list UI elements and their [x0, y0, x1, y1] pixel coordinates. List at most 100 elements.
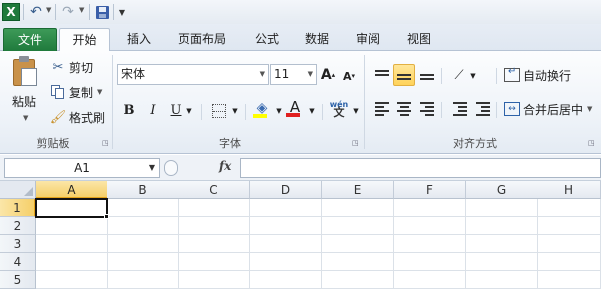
font-color-button[interactable]: A: [286, 97, 304, 117]
cell-F4[interactable]: [394, 253, 466, 271]
fill-color-button[interactable]: ◈: [253, 98, 271, 118]
bold-button[interactable]: B: [120, 100, 138, 120]
cell-H1[interactable]: [537, 199, 601, 217]
row-header-5[interactable]: 5: [0, 271, 36, 289]
font-size-select[interactable]: 11 ▼: [270, 64, 317, 85]
row-header-3[interactable]: 3: [0, 235, 36, 253]
tab-formulas[interactable]: 公式: [246, 28, 288, 51]
column-header-D[interactable]: D: [250, 181, 322, 199]
italic-button[interactable]: I: [144, 100, 162, 120]
excel-logo-icon[interactable]: X: [2, 3, 20, 21]
column-header-H[interactable]: H: [537, 181, 601, 199]
cell-D2[interactable]: [250, 217, 322, 235]
cell-A3[interactable]: [36, 235, 108, 253]
tab-home[interactable]: 开始: [59, 28, 110, 52]
align-middle-button[interactable]: [393, 64, 415, 86]
tab-page-layout[interactable]: 页面布局: [170, 28, 234, 51]
cell-D1[interactable]: [250, 199, 322, 217]
cell-A2[interactable]: [36, 217, 108, 235]
cell-G5[interactable]: [466, 271, 538, 289]
cell-A1[interactable]: [35, 198, 108, 218]
underline-dropdown-icon[interactable]: ▼: [184, 101, 194, 121]
format-painter-button[interactable]: 🖌 格式刷: [50, 107, 105, 127]
paste-label[interactable]: 粘贴: [12, 93, 36, 110]
cell-G3[interactable]: [466, 235, 538, 253]
name-box[interactable]: A1 ▼: [4, 158, 160, 178]
select-all-button[interactable]: [0, 181, 36, 199]
cell-C5[interactable]: [178, 271, 250, 289]
insert-function-icon[interactable]: fx: [219, 159, 231, 173]
cell-F1[interactable]: [394, 199, 466, 217]
cell-C2[interactable]: [178, 217, 250, 235]
column-header-E[interactable]: E: [322, 181, 394, 199]
tab-review[interactable]: 审阅: [347, 28, 389, 51]
merge-dropdown-icon[interactable]: ▼: [587, 105, 592, 113]
undo-icon[interactable]: ↶: [28, 3, 44, 21]
cell-B4[interactable]: [107, 253, 179, 271]
phonetic-dropdown-icon[interactable]: ▼: [351, 101, 361, 121]
redo-icon[interactable]: ↷: [60, 3, 76, 21]
align-bottom-button[interactable]: [416, 64, 438, 86]
align-top-button[interactable]: [371, 64, 393, 86]
cell-E5[interactable]: [322, 271, 394, 289]
borders-button[interactable]: [210, 101, 228, 121]
decrease-indent-button[interactable]: [449, 98, 471, 120]
wrap-text-button[interactable]: 自动换行: [504, 65, 571, 85]
borders-dropdown-icon[interactable]: ▼: [230, 101, 240, 121]
column-header-A[interactable]: A: [36, 181, 108, 199]
cell-C3[interactable]: [178, 235, 250, 253]
row-header-1[interactable]: 1: [0, 199, 36, 217]
clipboard-launcher-icon[interactable]: ◳: [102, 139, 110, 147]
tab-view[interactable]: 视图: [398, 28, 440, 51]
shrink-font-icon[interactable]: A ▾: [341, 66, 357, 86]
row-header-4[interactable]: 4: [0, 253, 36, 271]
cell-B5[interactable]: [107, 271, 179, 289]
font-color-dropdown-icon[interactable]: ▼: [307, 101, 317, 121]
undo-dropdown-icon[interactable]: ▼: [46, 6, 51, 14]
cell-F3[interactable]: [394, 235, 466, 253]
cell-H5[interactable]: [537, 271, 601, 289]
font-launcher-icon[interactable]: ◳: [352, 139, 360, 147]
cell-E1[interactable]: [322, 199, 394, 217]
cut-button[interactable]: ✂ 剪切: [50, 57, 93, 77]
cell-E4[interactable]: [322, 253, 394, 271]
cell-G2[interactable]: [466, 217, 538, 235]
customize-qat-icon[interactable]: ▼: [117, 3, 127, 21]
cell-A5[interactable]: [36, 271, 108, 289]
cell-G1[interactable]: [466, 199, 538, 217]
cell-E3[interactable]: [322, 235, 394, 253]
copy-button[interactable]: 复制 ▼: [50, 82, 102, 102]
column-header-B[interactable]: B: [107, 181, 179, 199]
cell-B2[interactable]: [107, 217, 179, 235]
column-header-G[interactable]: G: [466, 181, 538, 199]
align-left-button[interactable]: [371, 98, 393, 120]
redo-dropdown-icon[interactable]: ▼: [79, 6, 84, 14]
cell-A4[interactable]: [36, 253, 108, 271]
merge-center-button[interactable]: ↔ 合并后居中 ▼: [504, 99, 592, 119]
formula-input[interactable]: [240, 158, 601, 178]
cell-E2[interactable]: [322, 217, 394, 235]
align-right-button[interactable]: [416, 98, 438, 120]
cell-F5[interactable]: [394, 271, 466, 289]
fill-handle[interactable]: [104, 214, 109, 219]
copy-dropdown-icon[interactable]: ▼: [97, 88, 102, 96]
cell-C1[interactable]: [178, 199, 250, 217]
phonetic-guide-button[interactable]: wén 文: [328, 99, 350, 119]
fill-color-dropdown-icon[interactable]: ▼: [274, 101, 284, 121]
formula-bar-resize-handle[interactable]: [164, 160, 178, 176]
orientation-icon[interactable]: ⟋: [450, 65, 468, 85]
column-header-F[interactable]: F: [394, 181, 466, 199]
tab-data[interactable]: 数据: [296, 28, 338, 51]
font-family-select[interactable]: 宋体 ▼: [117, 64, 269, 85]
cell-H3[interactable]: [537, 235, 601, 253]
cell-F2[interactable]: [394, 217, 466, 235]
cell-D3[interactable]: [250, 235, 322, 253]
underline-button[interactable]: U: [167, 100, 185, 120]
tab-insert[interactable]: 插入: [116, 28, 162, 51]
cell-H4[interactable]: [537, 253, 601, 271]
tab-file[interactable]: 文件: [3, 28, 57, 51]
orientation-dropdown-icon[interactable]: ▼: [468, 66, 478, 86]
row-header-2[interactable]: 2: [0, 217, 36, 235]
cell-B1[interactable]: [107, 199, 179, 217]
cell-C4[interactable]: [178, 253, 250, 271]
